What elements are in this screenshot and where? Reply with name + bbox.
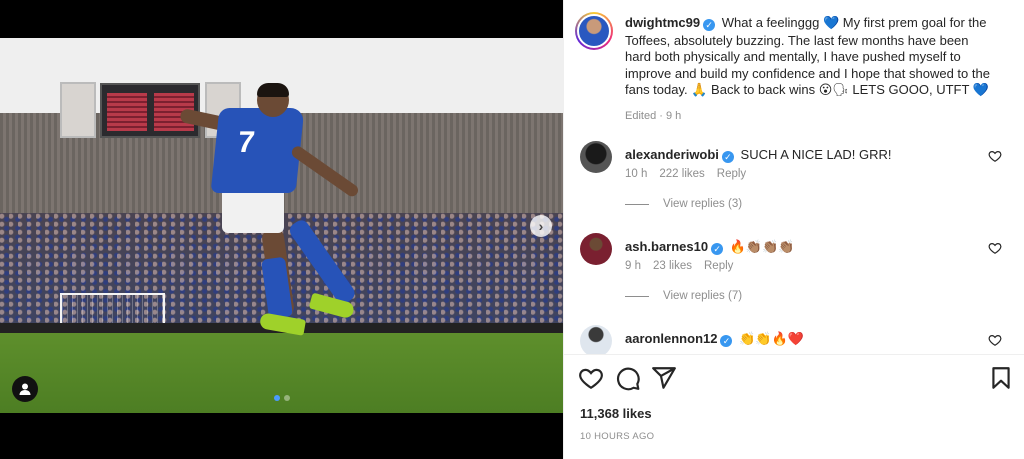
verified-badge-icon: ✓ [721,151,734,163]
reply-button[interactable]: Reply [704,260,733,272]
verified-badge-icon: ✓ [711,243,724,255]
divider [625,295,649,297]
carousel-dot-active [274,395,280,401]
comment-likes[interactable]: 222 likes [659,168,704,180]
player-shirt: 7 [210,108,305,193]
verified-badge-icon: ✓ [703,19,716,31]
carousel-indicator [274,395,290,401]
comment-meta: 9 h 23 likes Reply [625,260,733,272]
view-replies-label[interactable]: View replies (3) [663,198,742,210]
paper-plane-icon[interactable] [651,365,677,391]
caption-edited: Edited · 9 h [625,109,682,122]
bookmark-icon[interactable] [988,365,1014,391]
comment-body: aaronlennon12 ✓ 👏👏🔥❤️ [625,331,975,347]
commenter-username[interactable]: alexanderiwobi [625,147,719,162]
author-username[interactable]: dwightmc99 [625,15,700,30]
commenter-username[interactable]: aaronlennon12 [625,331,717,346]
author-avatar[interactable] [575,12,613,50]
chevron-right-icon[interactable]: › [530,215,552,237]
player-figure: 7 [175,83,375,363]
speech-bubble-icon[interactable] [615,365,641,391]
post-timestamp: 10 HOURS AGO [580,431,655,442]
view-replies[interactable]: View replies (7) [625,290,742,302]
comment-body: alexanderiwobi ✓ SUCH A NICE LAD! GRR! [625,147,975,163]
comment-meta: 10 h 222 likes Reply [625,168,746,180]
shirt-number: 7 [236,126,257,159]
reply-button[interactable]: Reply [717,168,746,180]
comment-age: 10 h [625,168,648,180]
heart-outline-icon[interactable] [988,241,1002,255]
commenter-avatar[interactable] [580,233,612,265]
post-photo[interactable]: 7 [0,38,563,413]
comment-text: 👏👏🔥❤️ [739,332,804,347]
divider [625,203,649,205]
post-actions [564,365,1024,395]
user-tag-icon[interactable] [12,376,38,402]
commenter-avatar[interactable] [580,141,612,173]
heart-outline-icon[interactable] [988,333,1002,347]
stadium-crest [60,82,96,138]
view-replies[interactable]: View replies (3) [625,198,742,210]
comment-text: 🔥👏🏽👏🏽👏🏽 [729,240,795,255]
heart-outline-icon[interactable] [988,149,1002,163]
post-media: 7 › [0,0,563,459]
comment-likes[interactable]: 23 likes [653,260,692,272]
verified-badge-icon: ✓ [720,335,733,347]
likes-count[interactable]: 11,368 likes [580,406,652,421]
post-caption: dwightmc99 ✓ What a feelinggg 💙 My first … [625,15,995,124]
carousel-dot [284,395,290,401]
comment-text: SUCH A NICE LAD! GRR! [740,147,892,162]
comments-scroll[interactable]: dwightmc99 ✓ What a feelinggg 💙 My first … [564,0,1024,355]
comment-age: 9 h [625,260,641,272]
commenter-avatar[interactable] [580,325,612,354]
heart-outline-icon[interactable] [578,365,604,391]
view-replies-label[interactable]: View replies (7) [663,290,742,302]
commenter-username[interactable]: ash.barnes10 [625,239,708,254]
post-side-panel: dwightmc99 ✓ What a feelinggg 💙 My first … [563,0,1024,459]
comment-body: ash.barnes10 ✓ 🔥👏🏽👏🏽👏🏽 [625,239,975,255]
